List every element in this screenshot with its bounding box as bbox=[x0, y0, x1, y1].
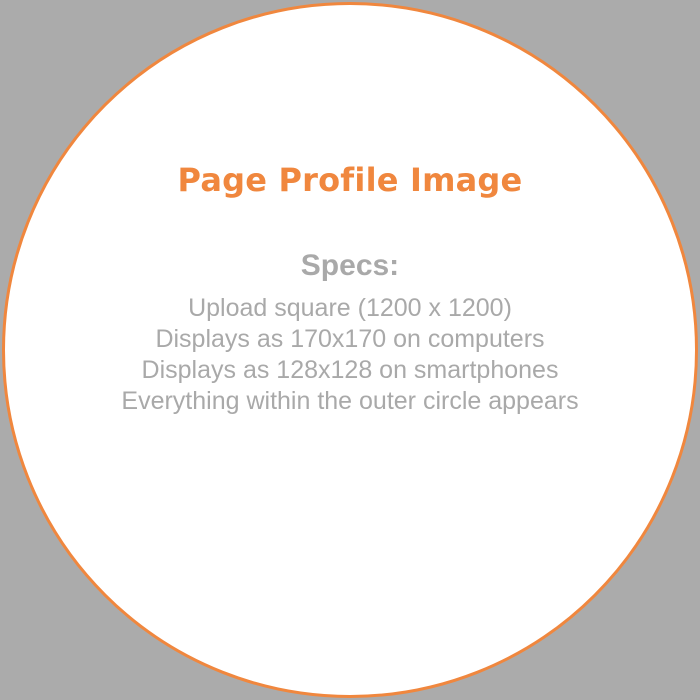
spec-line-visible-area: Everything within the outer circle appea… bbox=[121, 387, 579, 415]
page-title: Page Profile Image bbox=[177, 161, 523, 199]
spec-line-smartphones: Displays as 128x128 on smartphones bbox=[141, 356, 559, 384]
profile-image-template: Page Profile Image Specs: Upload square … bbox=[0, 0, 700, 700]
specs-heading: Specs: bbox=[300, 249, 400, 282]
spec-line-computers: Displays as 170x170 on computers bbox=[155, 325, 545, 353]
spec-line-upload: Upload square (1200 x 1200) bbox=[188, 294, 512, 322]
specs-list: Upload square (1200 x 1200) Displays as … bbox=[0, 293, 700, 417]
